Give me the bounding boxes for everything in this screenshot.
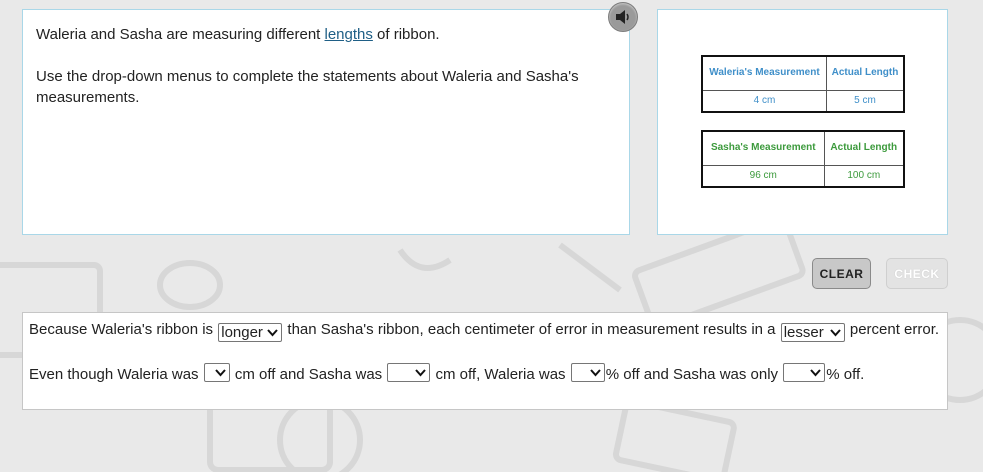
answer-panel: Because Waleria's ribbon is longer than … [22,312,948,410]
answer-statement-2: Even though Waleria was cm off and Sasha… [29,363,941,385]
question-instruction: Use the drop-down menus to complete the … [36,68,579,106]
actual-length-header: Actual Length [825,55,905,91]
chevron-down-icon [267,329,278,337]
answer-statement-1: Because Waleria's ribbon is longer than … [29,321,940,342]
figure-panel: Waleria's Measurement Actual Length 4 cm… [657,9,948,235]
actual-length-header: Actual Length [823,130,905,166]
waleria-percent-off-dropdown[interactable] [570,363,605,382]
percent-error-dropdown[interactable]: lesser [780,323,845,342]
clear-button[interactable]: CLEAR [812,258,871,289]
chevron-down-icon [810,369,821,377]
sasha-measurement-value: 96 cm [701,164,825,188]
ribbon-length-dropdown[interactable]: longer [218,323,283,342]
audio-button[interactable] [608,2,638,32]
actual-length-value: 5 cm [825,89,905,113]
waleria-cm-off-dropdown[interactable] [203,363,230,382]
sasha-cm-off-dropdown[interactable] [387,363,431,382]
sasha-measurement-header: Sasha's Measurement [701,130,825,166]
check-button[interactable]: CHECK [886,258,948,289]
question-intro: Waleria and Sasha are measuring differen… [36,26,440,43]
question-panel: Waleria and Sasha are measuring differen… [22,9,630,235]
vocabulary-link-lengths[interactable]: lengths [325,26,373,43]
waleria-measurement-header: Waleria's Measurement [701,55,827,91]
waleria-measurement-value: 4 cm [701,89,827,113]
chevron-down-icon [415,369,427,377]
chevron-down-icon [589,369,601,377]
sasha-table: Sasha's Measurement Actual Length 96 cm … [701,130,905,188]
speaker-icon [616,10,629,24]
sasha-percent-off-dropdown[interactable] [783,363,826,382]
waleria-table: Waleria's Measurement Actual Length 4 cm… [701,55,905,113]
chevron-down-icon [829,329,841,337]
actual-length-value: 100 cm [823,164,905,188]
chevron-down-icon [214,369,226,377]
